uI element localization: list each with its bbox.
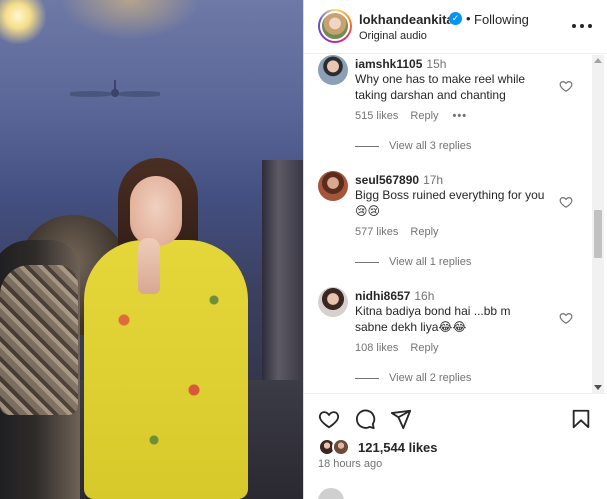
comment-username[interactable]: iamshk1105 15h bbox=[355, 57, 446, 71]
bookmark-icon[interactable] bbox=[570, 408, 592, 430]
comments-scrollbar[interactable] bbox=[592, 55, 604, 393]
scrollbar-thumb[interactable] bbox=[594, 210, 602, 258]
heart-icon[interactable] bbox=[559, 311, 573, 325]
post-actions: 121,544 likes 18 hours ago bbox=[304, 393, 607, 499]
post-timestamp: 18 hours ago bbox=[318, 458, 383, 470]
comments-list[interactable]: iamshk1105 15h Why one has to make reel w… bbox=[304, 55, 607, 393]
comment-meta: 515 likes Reply ••• bbox=[355, 110, 467, 122]
comment-options-button[interactable]: ••• bbox=[453, 110, 468, 122]
ceiling-fan-icon bbox=[70, 80, 160, 97]
view-replies-button[interactable]: View all 2 replies bbox=[355, 372, 471, 384]
comment-likes[interactable]: 515 likes bbox=[355, 110, 398, 122]
commenter-avatar[interactable] bbox=[318, 171, 348, 201]
commenter-avatar[interactable] bbox=[318, 287, 348, 317]
more-options-icon[interactable] bbox=[572, 16, 592, 36]
view-replies-button[interactable]: View all 1 replies bbox=[355, 256, 471, 268]
comment-text: Kitna badiya bond hai ...bb m sabne dekh… bbox=[355, 304, 511, 334]
yellow-outfit bbox=[84, 240, 248, 499]
woman-face bbox=[130, 176, 182, 246]
heart-icon[interactable] bbox=[318, 408, 340, 430]
separator-dot: • bbox=[466, 11, 471, 26]
likes-count[interactable]: 121,544 likes bbox=[358, 440, 438, 455]
heart-icon[interactable] bbox=[559, 79, 573, 93]
comment-likes[interactable]: 108 likes bbox=[355, 342, 398, 354]
comment-time: 17h bbox=[423, 173, 444, 187]
reply-button[interactable]: Reply bbox=[410, 226, 438, 238]
comment-time: 15h bbox=[426, 57, 447, 71]
scroll-down-arrow-icon[interactable] bbox=[594, 385, 602, 390]
scroll-up-arrow-icon[interactable] bbox=[594, 58, 602, 63]
patterned-scarf bbox=[0, 265, 78, 415]
folded-hands bbox=[138, 238, 160, 294]
heart-icon[interactable] bbox=[559, 195, 573, 209]
reply-button[interactable]: Reply bbox=[410, 342, 438, 354]
comment-text: Bigg Boss ruined everything for you😢😢 bbox=[355, 188, 545, 218]
liker-avatar bbox=[332, 438, 350, 456]
reply-button[interactable]: Reply bbox=[410, 110, 438, 122]
ceiling-lamp bbox=[0, 0, 48, 44]
audio-link[interactable]: Original audio bbox=[359, 30, 427, 42]
comment-meta: 577 likes Reply bbox=[355, 226, 439, 238]
author-avatar[interactable] bbox=[318, 9, 352, 43]
comment-icon[interactable] bbox=[354, 408, 376, 430]
post-header: lokhandeankita ✓ • Following Original au… bbox=[304, 0, 607, 54]
following-button[interactable]: Following bbox=[474, 12, 529, 27]
post-media-photo[interactable] bbox=[0, 0, 303, 499]
commenter-avatar[interactable] bbox=[318, 55, 348, 85]
ceiling-light-glow bbox=[60, 0, 200, 40]
author-username[interactable]: lokhandeankita bbox=[359, 12, 454, 27]
share-icon[interactable] bbox=[390, 408, 412, 430]
verified-badge-icon: ✓ bbox=[449, 12, 462, 25]
comment-likes[interactable]: 577 likes bbox=[355, 226, 398, 238]
comment-meta: 108 likes Reply bbox=[355, 342, 439, 354]
current-user-avatar bbox=[318, 488, 344, 499]
post-sidebar: lokhandeankita ✓ • Following Original au… bbox=[303, 0, 607, 499]
comment-username[interactable]: seul567890 17h bbox=[355, 173, 443, 187]
comment-text: Why one has to make reel while taking da… bbox=[355, 72, 526, 102]
view-replies-button[interactable]: View all 3 replies bbox=[355, 140, 471, 152]
comment-time: 16h bbox=[414, 289, 435, 303]
comment-username[interactable]: nidhi8657 16h bbox=[355, 289, 434, 303]
